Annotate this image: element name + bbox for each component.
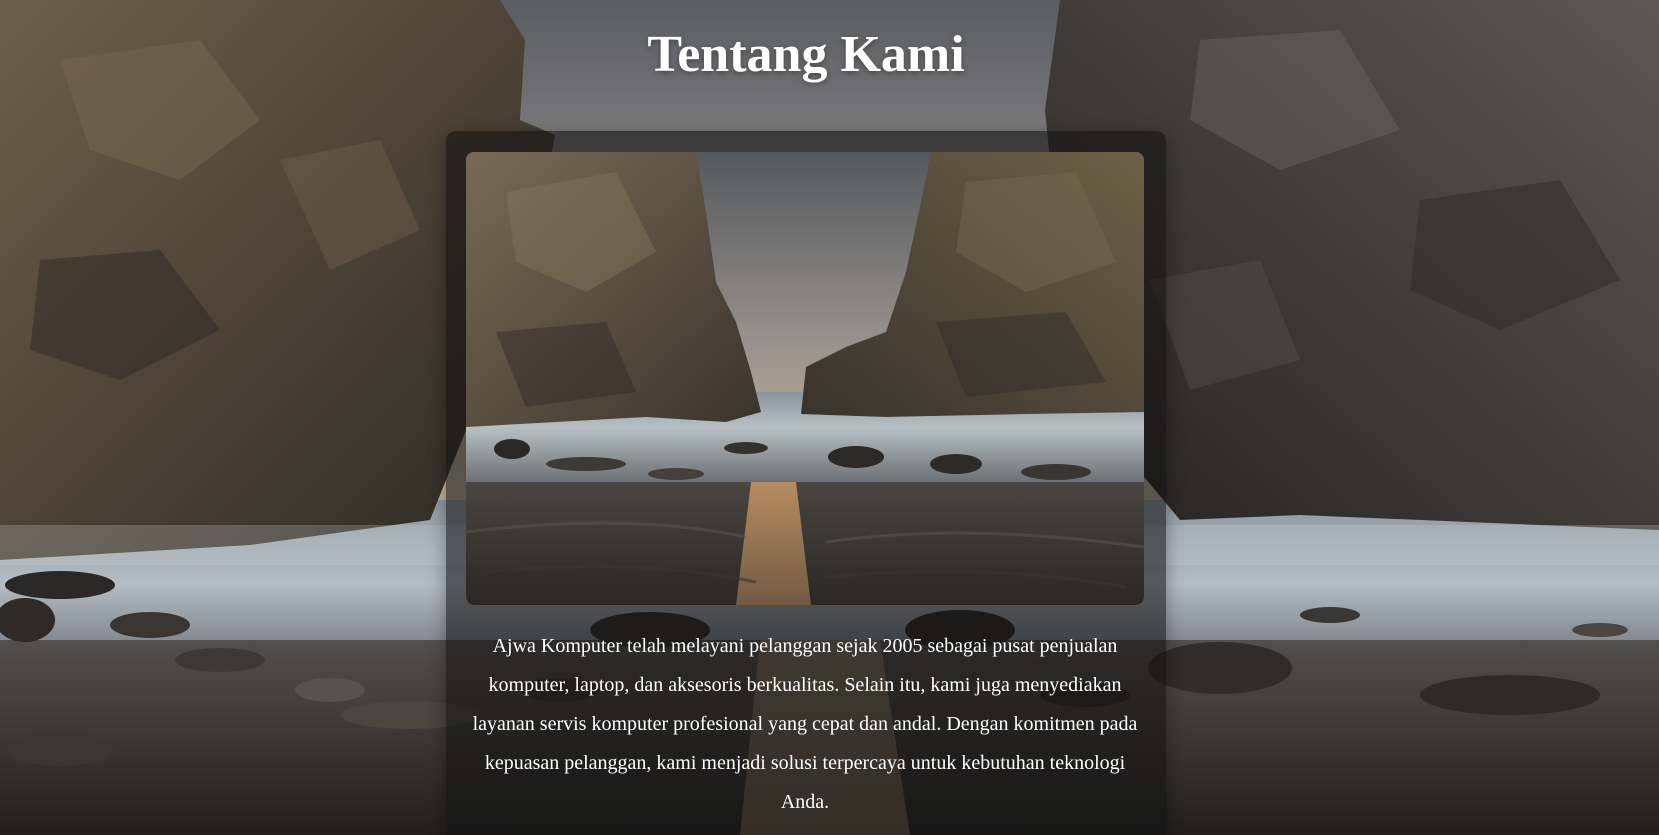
about-card: Ajwa Komputer telah melayani pelanggan s… <box>446 131 1166 835</box>
page-title: Tentang Kami <box>647 26 965 83</box>
about-photo <box>466 152 1144 605</box>
about-description: Ajwa Komputer telah melayani pelanggan s… <box>472 635 1138 813</box>
